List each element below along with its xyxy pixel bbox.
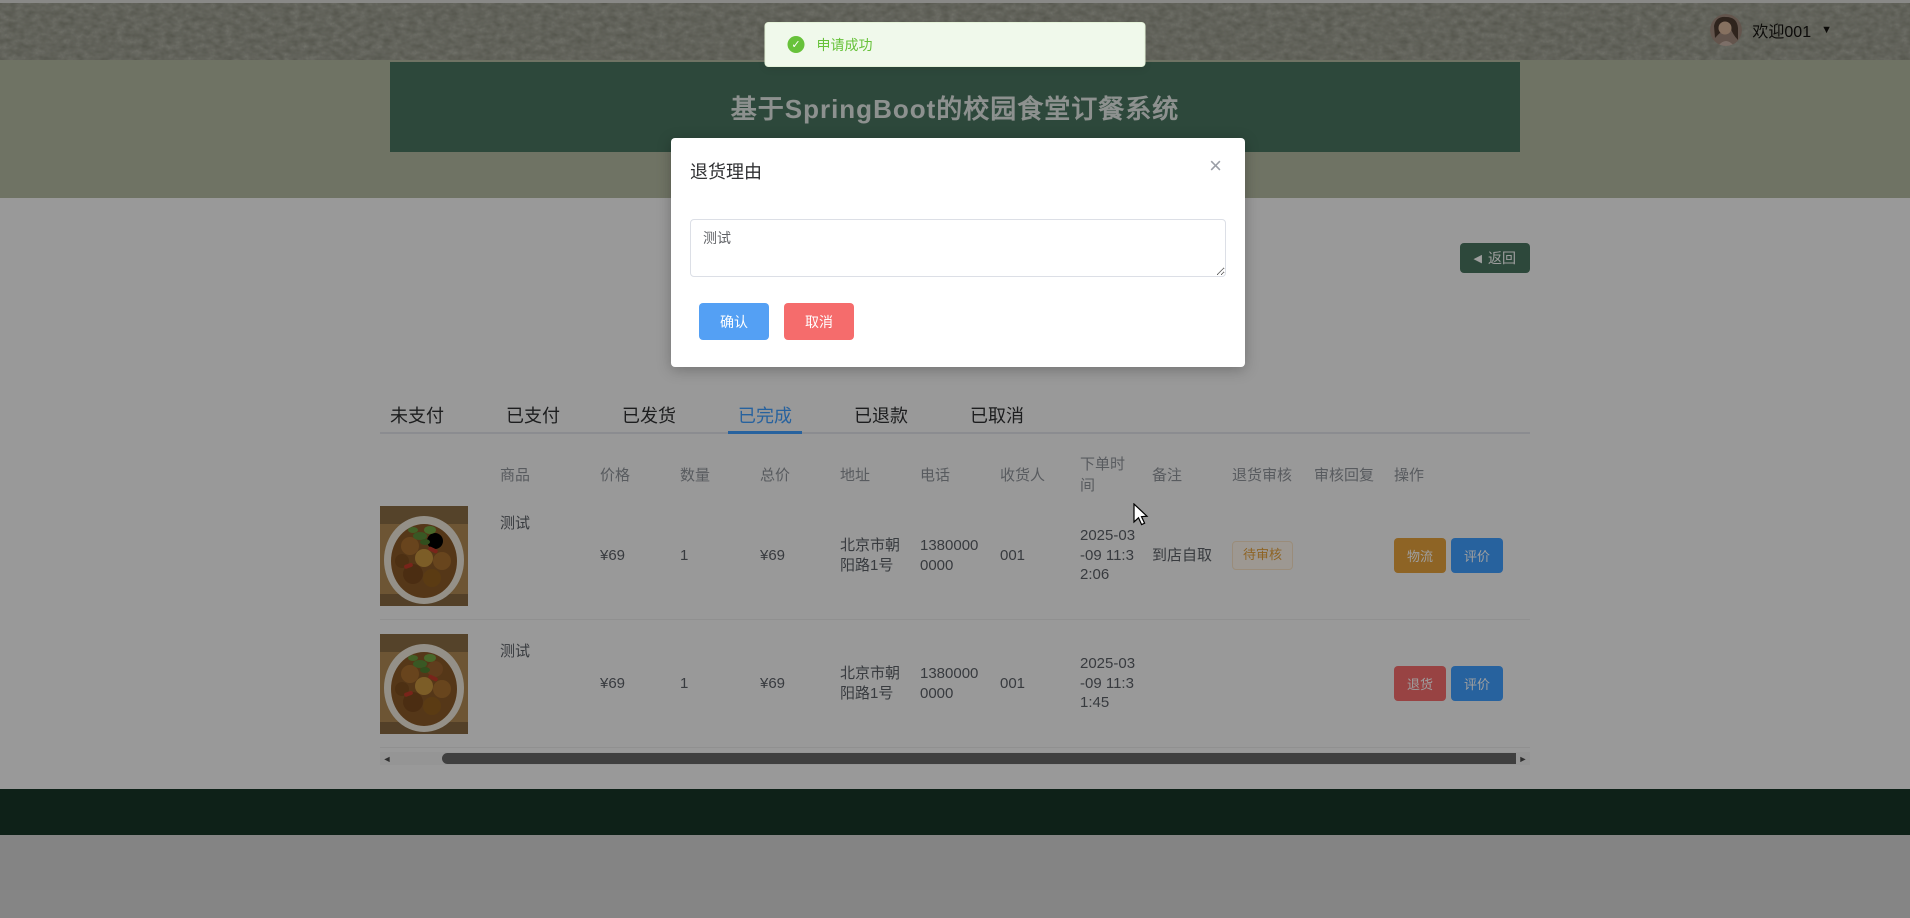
cancel-button[interactable]: 取消 (784, 303, 854, 340)
confirm-button[interactable]: 确认 (699, 303, 769, 340)
success-toast: ✓ 申请成功 (764, 22, 1146, 67)
app-window: 欢迎001 ▼ 基于SpringBoot的校园食堂订餐系统 ◀ 返回 未支付 已… (0, 0, 1910, 918)
toast-message: 申请成功 (816, 36, 873, 53)
return-reason-dialog: 退货理由 × 测试 确认 取消 (671, 138, 1245, 367)
dialog-title: 退货理由 (690, 162, 762, 182)
close-icon[interactable]: × (1209, 155, 1222, 177)
success-check-icon: ✓ (787, 36, 805, 53)
return-reason-textarea[interactable]: 测试 (690, 219, 1226, 277)
